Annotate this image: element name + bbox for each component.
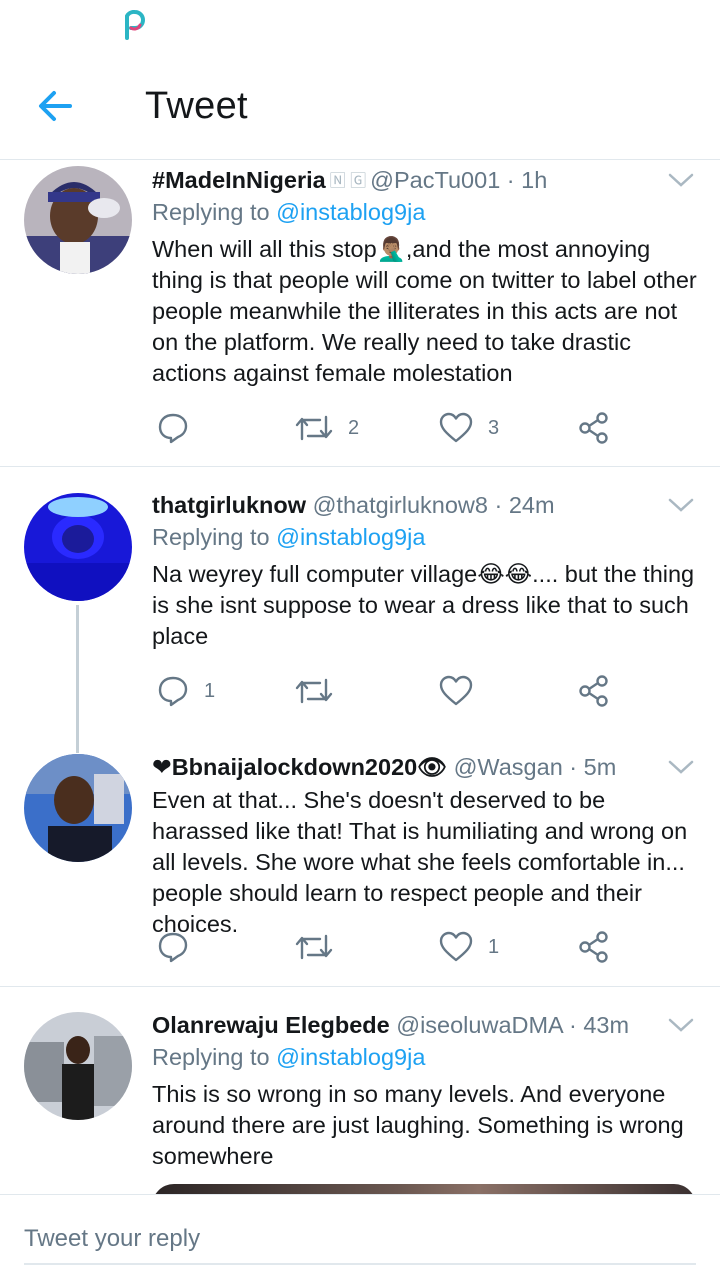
retweet-button[interactable]: 2 bbox=[294, 406, 359, 450]
reply-count: 1 bbox=[204, 679, 216, 702]
share-icon bbox=[579, 931, 608, 963]
heart-icon bbox=[439, 675, 473, 706]
tweet-text: When will all this stop🤦🏽‍♂️,and the mos… bbox=[152, 236, 697, 386]
replying-to-label: Replying to bbox=[152, 199, 270, 225]
tweet-text: This is so wrong in so many levels. And … bbox=[152, 1081, 684, 1169]
status-bar bbox=[0, 0, 720, 50]
name-badge: 🄽 🄶 bbox=[329, 173, 367, 190]
tweet-item[interactable]: Olanrewaju Elegbede @iseoluwaDMA · 43m R… bbox=[0, 987, 720, 1194]
replying-to: Replying to @instablog9ja bbox=[152, 1041, 425, 1073]
share-button[interactable] bbox=[578, 406, 612, 450]
reply-icon bbox=[158, 413, 188, 444]
reply-icon bbox=[158, 932, 188, 963]
avatar[interactable] bbox=[24, 166, 132, 274]
chevron-down-icon[interactable] bbox=[664, 1013, 698, 1037]
app-bar: Tweet bbox=[0, 50, 720, 160]
tweet-item[interactable]: #MadeInNigeria 🄽 🄶 @PacTu001 · 1h Replying… bbox=[0, 160, 720, 466]
app-notification-icon bbox=[125, 10, 145, 40]
avatar[interactable] bbox=[24, 754, 132, 862]
reply-input[interactable] bbox=[24, 1215, 696, 1265]
reply-button[interactable]: 1 bbox=[156, 669, 215, 713]
retweet-icon bbox=[295, 415, 333, 441]
page-title: Tweet bbox=[145, 85, 248, 127]
like-count: 3 bbox=[488, 416, 500, 439]
replying-to-label: Replying to bbox=[152, 524, 270, 550]
tweet-item[interactable]: thatgirluknow @thatgirluknow8 · 24m Repl… bbox=[0, 467, 720, 729]
thread-line bbox=[76, 729, 79, 753]
tweet-actions: 2 3 bbox=[152, 406, 712, 450]
mention-link[interactable]: @instablog9ja bbox=[276, 524, 425, 550]
tweet-actions: 1 bbox=[152, 669, 712, 713]
tweet-header: ❤Bbnaijalockdown2020👁 @Wasgan · 5m bbox=[152, 749, 672, 785]
reply-button[interactable] bbox=[156, 406, 204, 450]
tweet-header: thatgirluknow @thatgirluknow8 · 24m bbox=[152, 487, 672, 523]
retweet-button[interactable] bbox=[294, 669, 348, 713]
like-button[interactable]: 1 bbox=[438, 925, 499, 969]
handle-time: @iseoluwaDMA · 43m bbox=[396, 1012, 630, 1038]
tweet-actions: 1 bbox=[152, 925, 712, 969]
replying-to-label: Replying to bbox=[152, 1044, 270, 1070]
arrow-left-icon[interactable] bbox=[30, 80, 82, 132]
heart-icon bbox=[439, 931, 473, 962]
reply-feed[interactable]: #MadeInNigeria 🄽 🄶 @PacTu001 · 1h Replying… bbox=[0, 160, 720, 1194]
display-name[interactable]: thatgirluknow bbox=[152, 492, 306, 518]
display-name[interactable]: #MadeInNigeria bbox=[152, 167, 326, 193]
retweet-icon bbox=[295, 678, 333, 704]
share-button[interactable] bbox=[578, 925, 612, 969]
chevron-down-icon[interactable] bbox=[664, 755, 698, 779]
tweet-media-image[interactable] bbox=[152, 1184, 696, 1194]
tweet-text: Na weyrey full computer village😂😂.... bu… bbox=[152, 561, 695, 649]
heart-icon bbox=[439, 412, 473, 443]
like-button[interactable]: 3 bbox=[438, 406, 499, 450]
chevron-down-icon[interactable] bbox=[664, 168, 698, 192]
tweet-text: Even at that... She's doesn't deserved t… bbox=[152, 787, 688, 937]
handle-time: @thatgirluknow8 · 24m bbox=[312, 492, 555, 518]
handle-time: @PacTu001 · 1h bbox=[370, 167, 548, 193]
share-icon bbox=[579, 675, 608, 707]
display-name[interactable]: ❤Bbnaijalockdown2020👁 bbox=[152, 754, 447, 780]
thread-line bbox=[76, 605, 79, 729]
reply-icon bbox=[158, 676, 188, 707]
reply-composer bbox=[0, 1194, 720, 1280]
avatar[interactable] bbox=[24, 493, 132, 601]
mention-link[interactable]: @instablog9ja bbox=[276, 199, 425, 225]
tweet-header: #MadeInNigeria 🄽 🄶 @PacTu001 · 1h bbox=[152, 162, 672, 198]
chevron-down-icon[interactable] bbox=[664, 493, 698, 517]
reply-button[interactable] bbox=[156, 925, 204, 969]
retweet-count: 2 bbox=[348, 416, 360, 439]
mention-link[interactable]: @instablog9ja bbox=[276, 1044, 425, 1070]
share-icon bbox=[579, 412, 608, 444]
retweet-button[interactable] bbox=[294, 925, 348, 969]
share-button[interactable] bbox=[578, 669, 612, 713]
like-count: 1 bbox=[488, 935, 500, 958]
tweet-header: Olanrewaju Elegbede @iseoluwaDMA · 43m bbox=[152, 1007, 672, 1043]
avatar[interactable] bbox=[24, 1012, 132, 1120]
tweet-item[interactable]: ❤Bbnaijalockdown2020👁 @Wasgan · 5m Even … bbox=[0, 729, 720, 985]
replying-to: Replying to @instablog9ja bbox=[152, 196, 425, 228]
display-name[interactable]: Olanrewaju Elegbede bbox=[152, 1012, 390, 1038]
like-button[interactable] bbox=[438, 669, 488, 713]
retweet-icon bbox=[295, 934, 333, 960]
replying-to: Replying to @instablog9ja bbox=[152, 521, 425, 553]
handle-time: @Wasgan · 5m bbox=[453, 754, 617, 780]
